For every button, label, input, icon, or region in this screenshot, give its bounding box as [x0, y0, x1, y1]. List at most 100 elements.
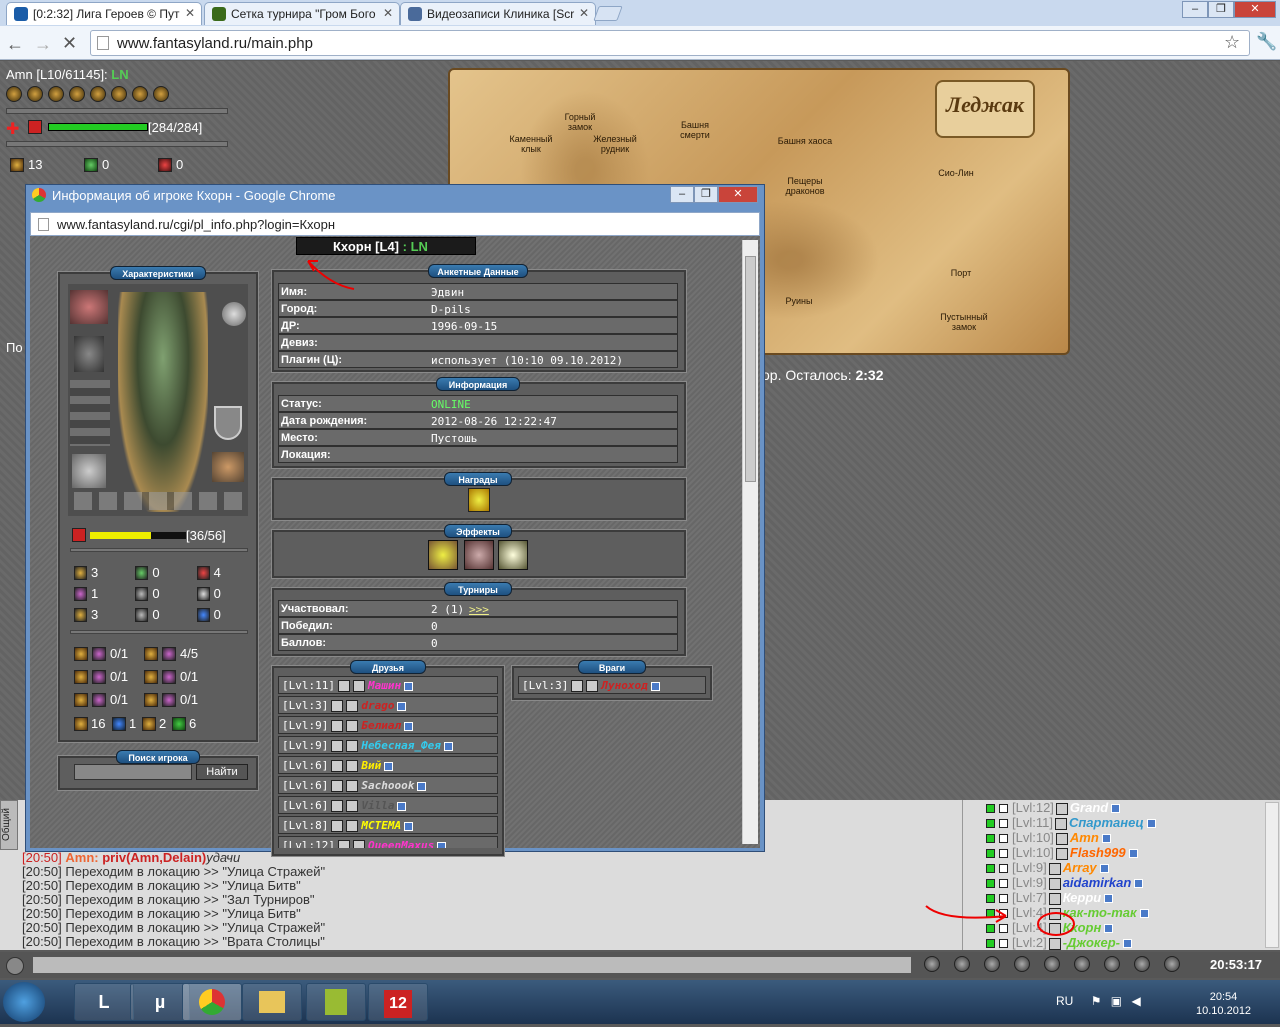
player-row[interactable]: [Lvl:11] Машин — [278, 676, 498, 694]
private-icon[interactable] — [999, 834, 1008, 844]
info-icon[interactable] — [1146, 819, 1156, 829]
tournaments-link[interactable]: >>> — [469, 603, 489, 616]
taskbar-app-12[interactable]: 12 — [368, 983, 428, 1021]
tool-icon[interactable] — [1104, 956, 1120, 972]
minimize-button[interactable]: – — [1182, 1, 1208, 18]
info-icon[interactable] — [397, 701, 407, 711]
action-icon[interactable] — [153, 86, 169, 102]
action-icon[interactable] — [132, 86, 148, 102]
map-town[interactable]: Руины — [784, 296, 814, 306]
player-row[interactable]: [Lvl:3] drago — [278, 696, 498, 714]
effect-icon[interactable] — [428, 540, 458, 570]
plus-icon[interactable]: ✚ — [6, 119, 19, 139]
player-name[interactable]: Amn — [1070, 830, 1099, 845]
language-indicator[interactable]: RU — [1056, 994, 1073, 1008]
taskbar-app-explorer[interactable] — [242, 983, 302, 1021]
player-row[interactable]: [Lvl:12] QueenMaxus — [278, 836, 498, 848]
character-avatar[interactable] — [118, 292, 208, 512]
tool-icon[interactable] — [1134, 956, 1150, 972]
action-icon[interactable] — [27, 86, 43, 102]
tab-tournament[interactable]: Сетка турнира "Гром Бого ✕ — [204, 2, 400, 25]
popup-close-button[interactable]: ✕ — [718, 186, 758, 203]
medal-icon[interactable] — [468, 488, 490, 512]
info-icon[interactable] — [650, 681, 660, 691]
private-icon[interactable] — [999, 939, 1008, 949]
player-name[interactable]: Спартанец — [1069, 815, 1144, 830]
tool-icon[interactable] — [1164, 956, 1180, 972]
player-name[interactable]: Белиал — [361, 719, 401, 732]
map-town[interactable]: Пещеры драконов — [770, 176, 840, 196]
player-search-input[interactable] — [74, 764, 192, 780]
tool-icon[interactable] — [1044, 956, 1060, 972]
tool-icon[interactable] — [1074, 956, 1090, 972]
player-name[interactable]: Flash999 — [1070, 845, 1126, 860]
map-town[interactable]: Горный замок — [560, 112, 600, 132]
taskbar-app-chrome[interactable] — [182, 983, 242, 1021]
info-icon[interactable] — [417, 781, 427, 791]
online-player-row[interactable]: [Lvl:12] Grand — [986, 800, 1121, 815]
player-row[interactable]: [Lvl:3] Луноход — [518, 676, 706, 694]
star-icon[interactable]: ☆ — [1224, 32, 1240, 53]
belt-slots[interactable] — [74, 492, 246, 510]
player-name[interactable]: Grand — [1070, 800, 1108, 815]
info-icon[interactable] — [1139, 909, 1149, 919]
player-row[interactable]: [Lvl:9] Белиал — [278, 716, 498, 734]
online-player-row[interactable]: [Lvl:9] aidamirkan — [986, 875, 1144, 890]
player-name[interactable]: aidamirkan — [1063, 875, 1132, 890]
wrench-icon[interactable]: 🔧 — [1256, 32, 1277, 52]
ring-slots[interactable] — [70, 380, 110, 446]
info-icon[interactable] — [1104, 924, 1114, 934]
taskbar-app-utorrent[interactable]: µ — [130, 983, 190, 1021]
volume-icon[interactable]: ◀ — [1131, 994, 1140, 1008]
action-icon[interactable] — [69, 86, 85, 102]
taskbar-app-game[interactable] — [306, 983, 366, 1021]
player-name[interactable]: QueenMaxus — [368, 839, 434, 848]
helmet-slot[interactable] — [70, 290, 108, 324]
player-name[interactable]: Машин — [368, 679, 401, 692]
info-icon[interactable] — [384, 761, 394, 771]
player-row[interactable]: [Lvl:6] Villa — [278, 796, 498, 814]
popup-scrollbar[interactable] — [742, 240, 758, 844]
chat-tab[interactable]: Общий — [0, 800, 18, 850]
tool-icon[interactable] — [1014, 956, 1030, 972]
address-bar[interactable]: www.fantasyland.ru/main.php — [90, 30, 1250, 56]
tool-icon[interactable] — [924, 956, 940, 972]
player-row[interactable]: [Lvl:8] МСТЕМА — [278, 816, 498, 834]
network-icon[interactable]: ▣ — [1111, 994, 1122, 1008]
info-icon[interactable] — [397, 801, 407, 811]
online-player-row[interactable]: [Lvl:10] Amn — [986, 830, 1111, 845]
tab-active[interactable]: [0:2:32] Лига Героев © Пут ✕ — [6, 2, 202, 25]
find-button[interactable]: Найти — [196, 764, 248, 780]
info-icon[interactable] — [404, 821, 414, 831]
info-icon[interactable] — [1123, 939, 1133, 949]
close-window-button[interactable]: ✕ — [1234, 1, 1276, 18]
flag-icon[interactable]: ⚑ — [1091, 994, 1102, 1008]
maximize-button[interactable]: ❐ — [1208, 1, 1234, 18]
map-town[interactable]: Железный рудник — [590, 134, 640, 154]
info-icon[interactable] — [404, 721, 414, 731]
map-town[interactable]: Пустынный замок — [934, 312, 994, 332]
info-icon[interactable] — [1111, 804, 1121, 814]
info-icon[interactable] — [1099, 864, 1109, 874]
back-icon[interactable]: ← — [6, 34, 24, 55]
armor-slot[interactable] — [74, 336, 104, 372]
close-icon[interactable]: ✕ — [579, 6, 589, 20]
info-icon[interactable] — [1104, 894, 1114, 904]
boots-slot[interactable] — [212, 452, 244, 482]
taskbar-app-lol[interactable]: L — [74, 983, 134, 1021]
online-player-row[interactable]: [Lvl:11] Спартанец — [986, 815, 1156, 830]
player-name[interactable]: Луноход — [601, 679, 647, 692]
chat-author[interactable]: Amn: — [65, 850, 98, 865]
effect-icon[interactable] — [498, 540, 528, 570]
player-name[interactable]: Керри — [1063, 890, 1102, 905]
amulet-slot[interactable] — [222, 302, 246, 326]
close-icon[interactable]: ✕ — [185, 6, 195, 20]
action-icon[interactable] — [90, 86, 106, 102]
tab-videos[interactable]: Видеозаписи Клиника [Scr ✕ — [400, 2, 596, 25]
player-name[interactable]: МСТЕМА — [361, 819, 401, 832]
hourglass-icon[interactable] — [464, 540, 494, 570]
action-icon[interactable] — [48, 86, 64, 102]
stop-icon[interactable]: ✕ — [62, 33, 77, 54]
map-town[interactable]: Каменный клык — [506, 134, 556, 154]
close-icon[interactable]: ✕ — [383, 6, 393, 20]
